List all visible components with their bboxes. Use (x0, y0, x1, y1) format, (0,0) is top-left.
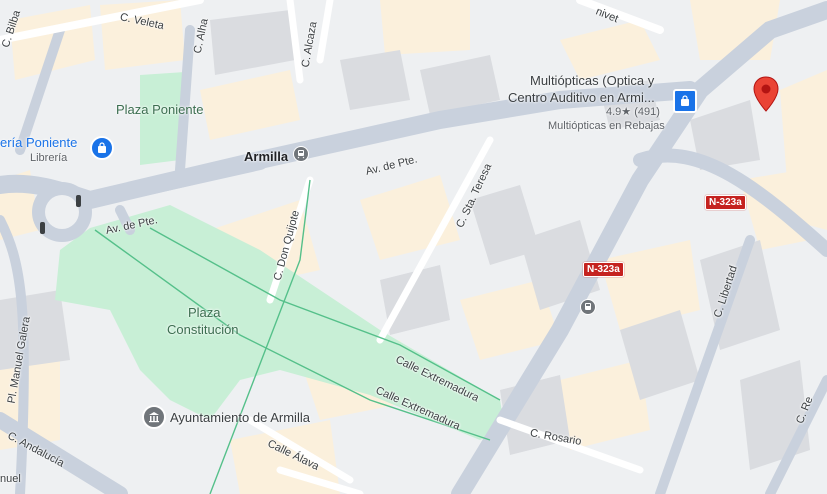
traffic-light-icon (40, 222, 45, 234)
shopping-bag-icon[interactable] (90, 136, 114, 160)
shopping-bag-icon[interactable] (673, 89, 697, 113)
place-label-plaza-constitucion-1: Plaza (188, 305, 221, 320)
poi-label-multiopticas-line1[interactable]: Multiópticas (Optica y (530, 74, 654, 87)
road-shield-n323a-top: N-323a (705, 195, 746, 210)
poi-rating: 4.9★ (491) (606, 106, 660, 118)
poi-label-libreria-poniente[interactable]: ería Poniente (0, 136, 77, 149)
train-icon[interactable] (293, 146, 309, 162)
street-label-manuel-bottom: nuel (0, 473, 21, 485)
location-pin-icon[interactable] (753, 76, 779, 117)
place-label-plaza-constitucion-2: Constitución (167, 322, 239, 337)
townhall-icon[interactable] (142, 405, 166, 429)
poi-sublabel-multiopticas: Multiópticas en Rebajas (548, 120, 665, 132)
place-label-armilla[interactable]: Armilla (244, 150, 288, 163)
place-label-plaza-poniente: Plaza Poniente (116, 102, 204, 117)
road-shield-n323a-mid: N-323a (583, 262, 624, 277)
poi-label-ayuntamiento[interactable]: Ayuntamiento de Armilla (170, 411, 310, 424)
poi-sublabel-libreria: Librería (30, 152, 68, 164)
poi-label-multiopticas-line2[interactable]: Centro Auditivo en Armi... (508, 91, 655, 104)
map-base (0, 0, 827, 494)
traffic-light-icon (76, 195, 81, 207)
bus-icon[interactable] (580, 299, 596, 315)
map-canvas[interactable]: C. Bilba C. Veleta C. Alha C. Alcaza Av.… (0, 0, 827, 494)
